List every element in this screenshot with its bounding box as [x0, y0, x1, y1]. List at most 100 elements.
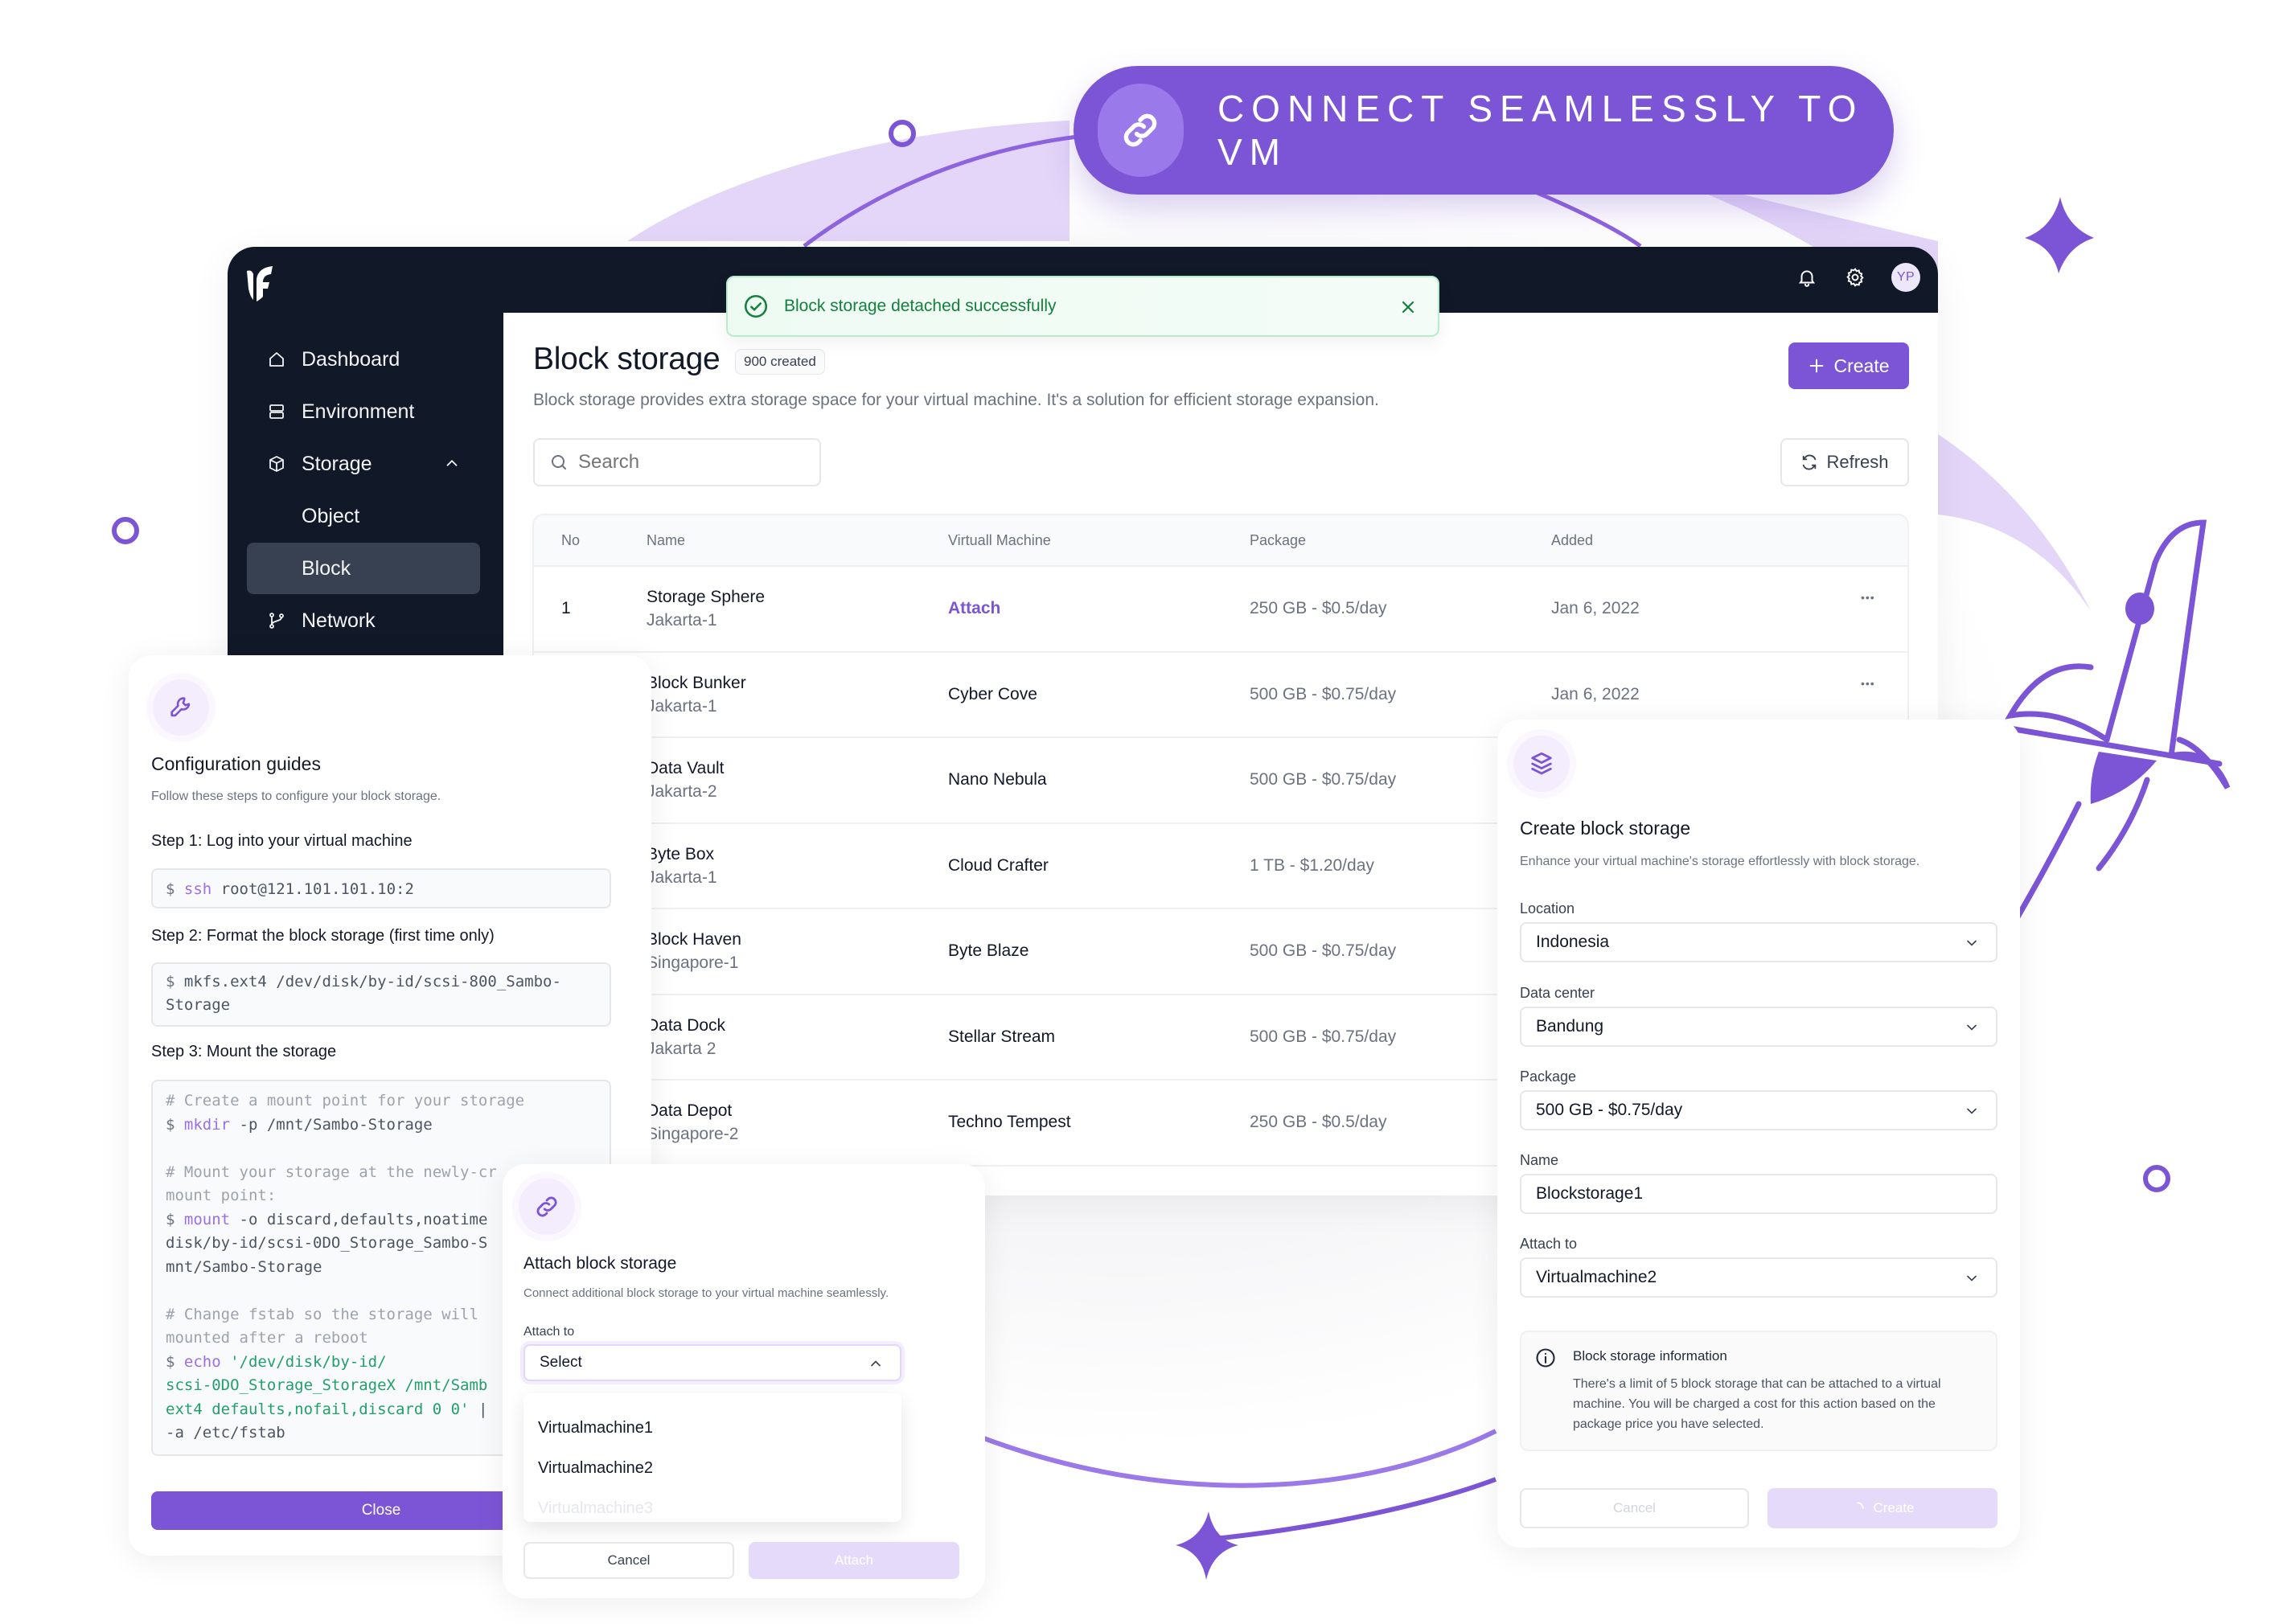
search-icon	[552, 455, 566, 470]
storage-location: Jakarta 2	[647, 1039, 716, 1058]
plus-icon	[1810, 359, 1824, 373]
storage-name: Storage Sphere	[647, 588, 766, 606]
added-date: Jan 6, 2022	[1551, 599, 1640, 617]
storage-name: Block Haven	[647, 930, 741, 949]
name-input[interactable]: Blockstorage1	[1520, 1174, 1997, 1214]
select-value: Indonesia	[1536, 933, 1610, 951]
page-subtitle: Block storage provides extra storage spa…	[533, 391, 1379, 409]
column-header-added[interactable]: Added	[1551, 532, 1593, 549]
more-actions-icon[interactable]: •••	[1861, 677, 1875, 690]
sidebar-item-label: Storage	[302, 452, 372, 475]
hero-banner: CONNECT SEAMLESSLY TO VM	[1074, 66, 1894, 195]
config-title: Configuration guides	[151, 753, 321, 774]
attach-to-label: Attach to	[1520, 1236, 1578, 1252]
storage-location: Jakarta-2	[647, 782, 717, 801]
spinner-icon	[1857, 1502, 1865, 1509]
step-2-label: Step 2: Format the block storage (first …	[151, 927, 495, 945]
sidebar-item-network[interactable]: Network	[247, 595, 480, 646]
gear-icon[interactable]	[1843, 265, 1867, 289]
create-button[interactable]: Create	[1788, 342, 1909, 389]
column-header-package[interactable]: Package	[1250, 532, 1306, 549]
info-box: Block storage information There's a limi…	[1520, 1331, 1997, 1451]
wrench-icon	[153, 679, 209, 736]
storage-location: Singapore-1	[647, 953, 739, 972]
box-icon	[265, 452, 289, 476]
close-icon[interactable]	[1396, 295, 1420, 319]
column-header-name[interactable]: Name	[647, 532, 685, 549]
select-value: 500 GB - $0.75/day	[1536, 1101, 1683, 1119]
avatar[interactable]: YP	[1891, 263, 1920, 292]
datacenter-select[interactable]: Bandung	[1520, 1007, 1997, 1047]
column-header-no[interactable]: No	[561, 532, 580, 549]
search-box[interactable]	[533, 438, 821, 486]
page-title: Block storage	[533, 342, 721, 376]
sidebar-item-storage[interactable]: Storage	[247, 438, 480, 490]
dropdown-option[interactable]: Virtualmachine2	[538, 1459, 653, 1478]
cancel-button[interactable]: Cancel	[1520, 1488, 1749, 1528]
search-input[interactable]	[578, 451, 803, 474]
dropdown-option[interactable]: Virtualmachine3	[538, 1499, 653, 1518]
info-icon	[1536, 1348, 1555, 1368]
attach-to-select[interactable]: Select	[523, 1344, 901, 1381]
git-branch-icon	[265, 609, 289, 633]
package: 1 TB - $1.20/day	[1250, 855, 1374, 875]
step-2-code[interactable]: $ mkfs.ext4 /dev/disk/by-id/scsi-800_Sam…	[151, 962, 611, 1027]
sidebar-item-object[interactable]: Object	[247, 490, 480, 542]
config-subtitle: Follow these steps to configure your blo…	[151, 789, 441, 803]
storage-name: Data Vault	[647, 759, 725, 777]
attach-to-label: Attach to	[523, 1325, 575, 1339]
attach-button[interactable]: Attach	[749, 1542, 959, 1579]
sidebar-item-label: Dashboard	[302, 347, 400, 371]
dropdown-option[interactable]: Virtualmachine1	[538, 1419, 653, 1437]
added-date: Jan 6, 2022	[1551, 684, 1640, 703]
count-badge: 900 created	[735, 349, 825, 375]
sidebar-item-block[interactable]: Block	[247, 543, 480, 594]
storage-location: Jakarta-1	[647, 696, 717, 716]
location-select[interactable]: Indonesia	[1520, 922, 1997, 962]
virtual-machine: Byte Blaze	[948, 941, 1029, 960]
attach-link[interactable]: Attach	[948, 599, 1000, 618]
chevron-up-icon[interactable]	[443, 454, 461, 478]
create-title: Create block storage	[1520, 818, 1691, 839]
storage-name: Data Dock	[647, 1015, 726, 1035]
package-label: Package	[1520, 1068, 1577, 1085]
virtual-machine: Nano Nebula	[948, 770, 1047, 789]
virtual-machine: Cyber Cove	[948, 684, 1037, 703]
table-row[interactable]: 1 Storage Sphere Jakarta-1 Attach 250 GB - $…	[534, 567, 1907, 653]
attach-subtitle: Connect additional block storage to your…	[523, 1286, 889, 1300]
row-number: 1	[561, 599, 571, 617]
package: 500 GB - $0.75/day	[1250, 941, 1397, 960]
attach-to-select[interactable]: Virtualmachine2	[1520, 1257, 1997, 1298]
sidebar-item-dashboard[interactable]: Dashboard	[247, 334, 480, 385]
chevron-down-icon	[1964, 1270, 1980, 1291]
home-icon	[265, 347, 289, 371]
layers-icon	[1513, 736, 1570, 792]
sidebar-item-environment[interactable]: Environment	[247, 386, 480, 437]
select-value: Select	[540, 1354, 582, 1371]
table-header: No Name Virtuall Machine Package Added	[534, 515, 1907, 567]
column-header-vm[interactable]: Virtuall Machine	[948, 532, 1051, 549]
select-value: Bandung	[1536, 1017, 1604, 1036]
storage-location: Jakarta-1	[647, 867, 717, 887]
chevron-down-icon	[1964, 935, 1980, 956]
create-button-label: Create	[1833, 355, 1890, 376]
attach-to-dropdown: Virtualmachine1 Virtualmachine2 Virtualm…	[523, 1393, 901, 1522]
chevron-down-icon	[1964, 1019, 1980, 1040]
storage-name: Data Depot	[647, 1101, 733, 1120]
step-1-code[interactable]: $ ssh root@121.101.101.10:2	[151, 868, 611, 908]
attach-title: Attach block storage	[523, 1254, 677, 1273]
virtual-machine: Cloud Crafter	[948, 855, 1049, 875]
more-actions-icon[interactable]: •••	[1861, 591, 1875, 604]
package-select[interactable]: 500 GB - $0.75/day	[1520, 1090, 1997, 1130]
step-3-label: Step 3: Mount the storage	[151, 1043, 337, 1060]
info-title: Block storage information	[1573, 1348, 1727, 1364]
create-modal: Create block storage Enhance your virtua…	[1497, 720, 2020, 1548]
cancel-button[interactable]: Cancel	[523, 1542, 734, 1579]
check-circle-icon	[744, 294, 768, 318]
storage-location: Singapore-2	[647, 1125, 739, 1143]
refresh-button[interactable]: Refresh	[1780, 438, 1909, 486]
link-icon	[1098, 84, 1184, 177]
name-label: Name	[1520, 1152, 1559, 1168]
bell-icon[interactable]	[1795, 265, 1819, 289]
create-submit-button[interactable]: Create	[1768, 1488, 1997, 1528]
